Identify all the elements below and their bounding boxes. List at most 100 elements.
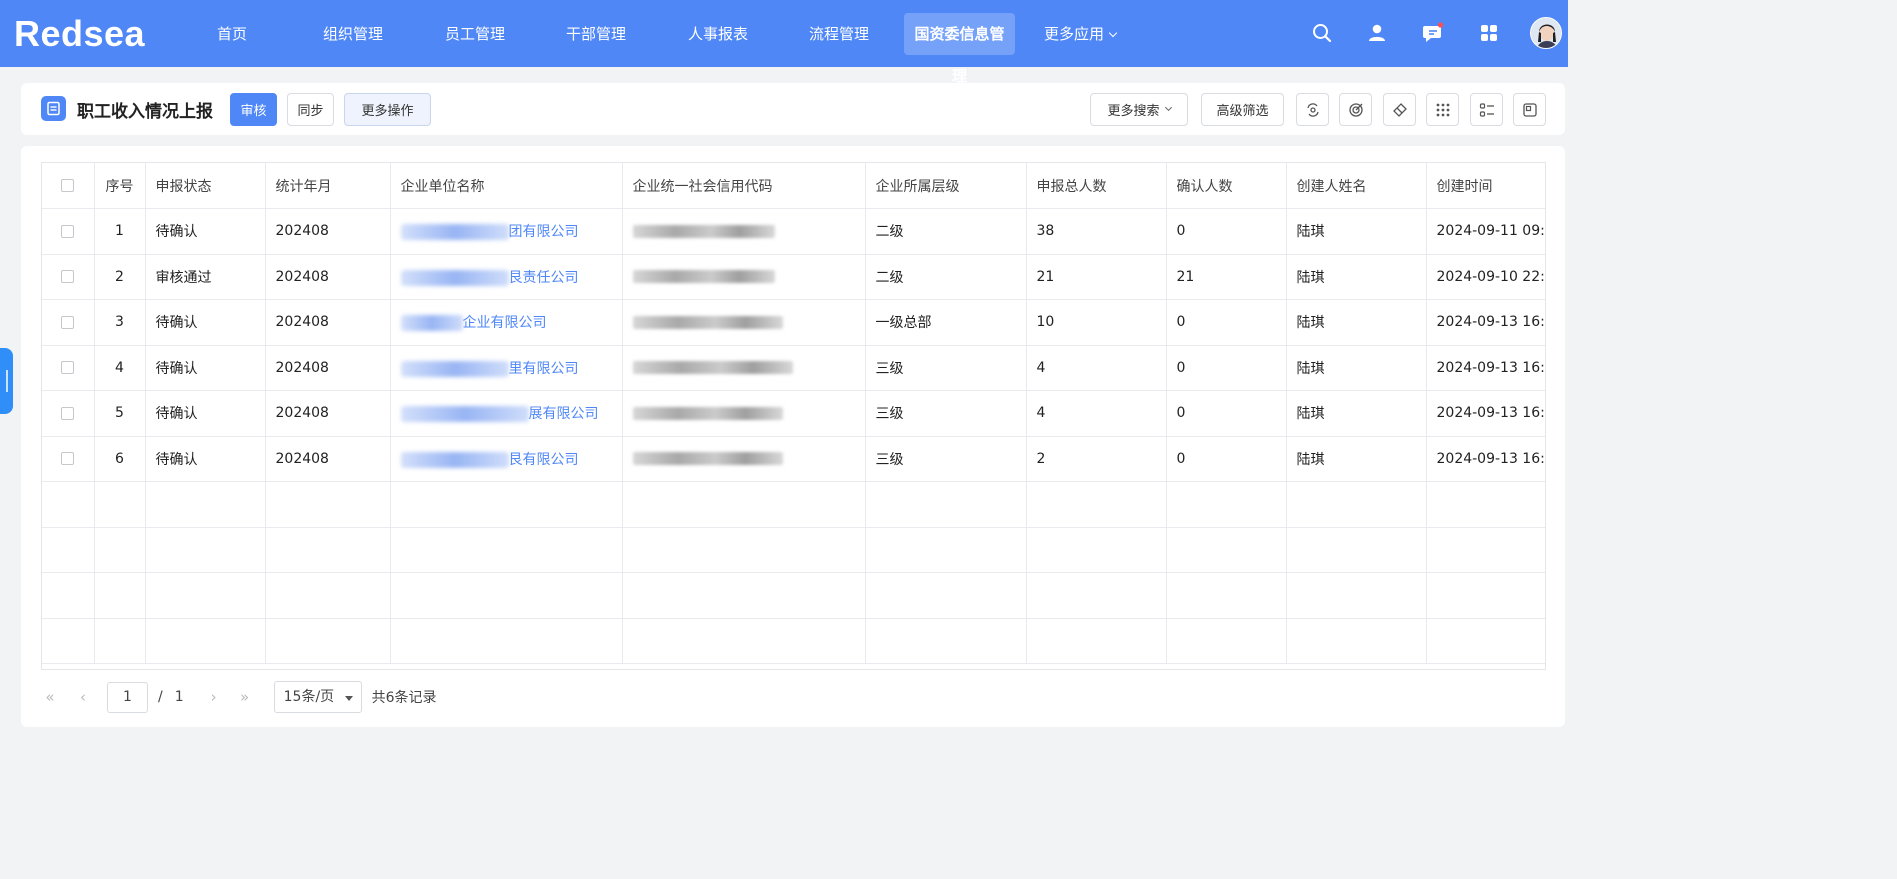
review-button[interactable]: 审核 — [230, 93, 277, 126]
row-checkbox[interactable] — [61, 406, 75, 420]
company-name-link[interactable]: 艮有限公司 — [509, 452, 579, 468]
row-total-count: 2 — [1026, 436, 1167, 482]
nav-item-process-management[interactable]: 流程管理 — [803, 13, 875, 55]
row-checkbox-cell[interactable] — [42, 299, 95, 346]
row-index: 2 — [94, 254, 146, 300]
column-header-index[interactable]: 序号 — [94, 163, 146, 209]
side-drawer-toggle[interactable] — [0, 348, 13, 414]
row-creator: 陆琪 — [1286, 345, 1427, 391]
row-index: 5 — [94, 390, 146, 437]
row-level: 一级总部 — [865, 299, 1027, 346]
column-header-status[interactable]: 申报状态 — [145, 163, 266, 209]
redacted-text — [400, 224, 509, 241]
select-all-checkbox[interactable] — [61, 179, 75, 192]
table-row[interactable]: 2 审核通过 202408 艮责任公司 二级 21 21 陆琪 2024-09-… — [42, 254, 1545, 300]
avatar[interactable] — [1530, 17, 1562, 49]
table-row[interactable]: 6 待确认 202408 艮有限公司 三级 2 0 陆琪 2024-09-13 … — [42, 436, 1545, 482]
chevron-down-icon — [1164, 103, 1172, 112]
column-header-created-time[interactable]: 创建时间 — [1426, 163, 1545, 209]
row-checkbox[interactable] — [61, 315, 75, 329]
clear-filter-icon[interactable] — [1383, 93, 1416, 126]
table-row[interactable]: 5 待确认 202408 展有限公司 三级 4 0 陆琪 2024-09-13 … — [42, 390, 1545, 437]
target-icon[interactable] — [1339, 93, 1372, 126]
page-size-select[interactable]: 15条/页 — [273, 681, 362, 713]
row-company-name[interactable]: 展有限公司 — [390, 390, 623, 437]
last-page-icon[interactable]: » — [235, 688, 255, 706]
row-total-count: 4 — [1026, 390, 1167, 437]
search-icon[interactable] — [1311, 22, 1333, 44]
apps-grid-icon[interactable] — [1478, 22, 1500, 44]
total-records-label: 共6条记录 — [371, 690, 437, 706]
nav-item-more-apps[interactable]: 更多应用 — [1038, 13, 1122, 55]
redacted-text — [632, 406, 783, 420]
nav-item-home[interactable]: 首页 — [211, 13, 253, 55]
advanced-filter-button[interactable]: 高级筛选 — [1201, 93, 1284, 126]
company-name-link[interactable]: 团有限公司 — [509, 224, 579, 240]
user-icon[interactable] — [1366, 22, 1388, 44]
nav-item-sasac-info[interactable]: 国资委信息管理 — [904, 13, 1015, 85]
nav-item-cadre-management[interactable]: 干部管理 — [560, 13, 632, 55]
drawer-handle-icon — [5, 370, 8, 392]
row-checkbox[interactable] — [61, 361, 75, 375]
column-header-credit-code[interactable]: 企业统一社会信用代码 — [622, 163, 866, 209]
row-credit-code — [622, 390, 866, 437]
row-company-name[interactable]: 艮有限公司 — [390, 436, 623, 482]
row-creator: 陆琪 — [1286, 208, 1427, 255]
column-header-level[interactable]: 企业所属层级 — [865, 163, 1027, 209]
empty-table-row — [42, 572, 1545, 619]
row-level: 三级 — [865, 390, 1027, 437]
row-checkbox[interactable] — [61, 270, 75, 284]
company-name-link[interactable]: 展有限公司 — [529, 406, 599, 422]
page-separator: / — [158, 689, 163, 705]
row-checkbox[interactable] — [61, 452, 75, 466]
sync-button[interactable]: 同步 — [287, 93, 334, 126]
table-row[interactable]: 3 待确认 202408 企业有限公司 一级总部 10 0 陆琪 2024-09… — [42, 299, 1545, 346]
empty-table-row — [42, 527, 1545, 573]
view-switch-icon[interactable] — [1296, 93, 1329, 126]
nav-item-org-management[interactable]: 组织管理 — [317, 13, 389, 55]
row-checkbox-cell[interactable] — [42, 436, 95, 482]
company-name-link[interactable]: 企业有限公司 — [463, 315, 547, 331]
company-name-link[interactable]: 艮责任公司 — [509, 270, 579, 286]
first-page-icon[interactable]: « — [40, 688, 60, 706]
select-all-checkbox-cell[interactable] — [42, 163, 95, 209]
table-card: 序号 申报状态 统计年月 企业单位名称 企业统一社会信用代码 企业所属层级 申报… — [21, 146, 1565, 727]
redacted-text — [400, 360, 509, 377]
row-company-name[interactable]: 里有限公司 — [390, 345, 623, 391]
grid-dots-icon[interactable] — [1426, 93, 1459, 126]
row-company-name[interactable]: 艮责任公司 — [390, 254, 623, 300]
row-company-name[interactable]: 团有限公司 — [390, 208, 623, 255]
nav-item-hr-reports[interactable]: 人事报表 — [682, 13, 754, 55]
prev-page-icon[interactable]: ‹ — [73, 688, 93, 706]
column-header-creator[interactable]: 创建人姓名 — [1286, 163, 1427, 209]
next-page-icon[interactable]: › — [204, 688, 224, 706]
row-checkbox[interactable] — [61, 224, 75, 238]
company-name-link[interactable]: 里有限公司 — [509, 361, 579, 377]
row-status: 审核通过 — [145, 254, 266, 300]
column-header-confirmed-count[interactable]: 确认人数 — [1166, 163, 1287, 209]
row-created-time: 2024-09-10 22: — [1426, 254, 1545, 300]
page-number-input[interactable]: 1 — [107, 681, 148, 713]
column-header-company-name[interactable]: 企业单位名称 — [390, 163, 623, 209]
fullscreen-icon[interactable] — [1513, 93, 1546, 126]
row-checkbox-cell[interactable] — [42, 208, 95, 255]
more-operations-button[interactable]: 更多操作 — [344, 93, 431, 126]
app-logo[interactable]: Redsea — [14, 13, 145, 54]
row-company-name[interactable]: 企业有限公司 — [390, 299, 623, 346]
table-row[interactable]: 1 待确认 202408 团有限公司 二级 38 0 陆琪 2024-09-11… — [42, 208, 1545, 255]
table-row[interactable]: 4 待确认 202408 里有限公司 三级 4 0 陆琪 2024-09-13 … — [42, 345, 1545, 391]
row-checkbox-cell[interactable] — [42, 254, 95, 300]
more-search-button[interactable]: 更多搜索 — [1090, 93, 1188, 126]
row-checkbox-cell[interactable] — [42, 390, 95, 437]
nav-item-employee-management[interactable]: 员工管理 — [439, 13, 511, 55]
redacted-text — [400, 315, 463, 332]
data-table-container[interactable]: 序号 申报状态 统计年月 企业单位名称 企业统一社会信用代码 企业所属层级 申报… — [41, 162, 1546, 670]
list-settings-icon[interactable] — [1470, 93, 1503, 126]
row-level: 三级 — [865, 436, 1027, 482]
row-checkbox-cell[interactable] — [42, 345, 95, 391]
column-header-month[interactable]: 统计年月 — [265, 163, 391, 209]
row-status: 待确认 — [145, 436, 266, 482]
row-month: 202408 — [265, 208, 391, 255]
column-header-total-count[interactable]: 申报总人数 — [1026, 163, 1167, 209]
message-icon[interactable] — [1422, 22, 1444, 44]
